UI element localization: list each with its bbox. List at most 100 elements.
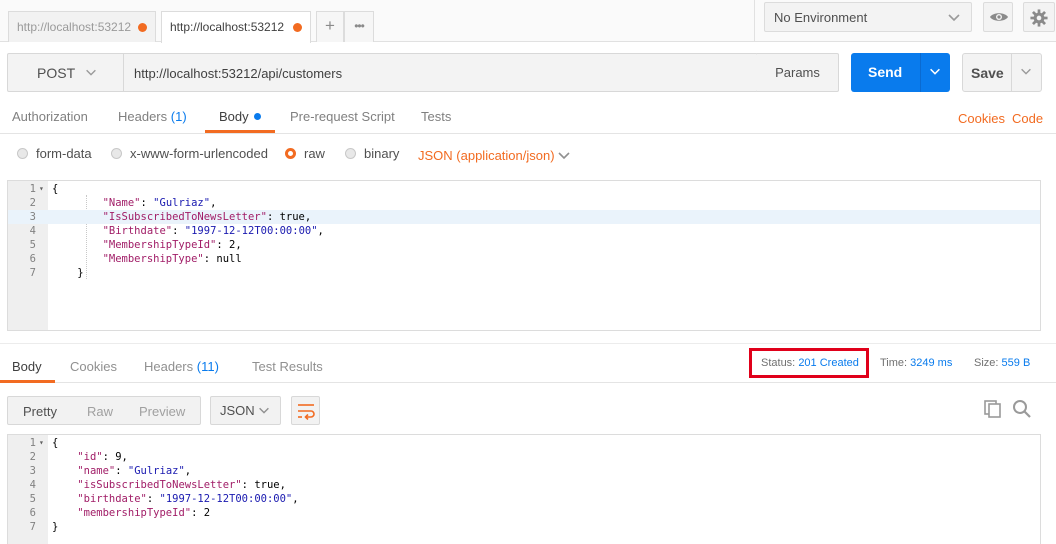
radio-label: form-data	[36, 146, 92, 161]
code-text: "MembershipTypeId": 2,	[52, 238, 242, 252]
chevron-down-icon	[948, 14, 960, 22]
code-text: "MembershipType": null	[52, 252, 242, 266]
request-tab[interactable]: http://localhost:53212	[8, 11, 156, 42]
request-body-editor[interactable]: 1 ▾{2 "Name": "Gulriaz", 3 "IsSubscribedTo…	[7, 180, 1041, 331]
fold-toggle-icon[interactable]: ▾	[39, 436, 44, 450]
view-preview-button[interactable]: Preview	[139, 404, 185, 419]
save-button[interactable]: Save	[962, 53, 1042, 92]
radio-raw[interactable]: raw	[285, 146, 325, 161]
code-token: {	[52, 437, 59, 449]
code-text: }	[52, 520, 58, 534]
environment-select[interactable]: No Environment	[764, 2, 972, 32]
line-number: 2	[29, 197, 36, 209]
line-number: 4	[29, 479, 36, 491]
code-token: "birthdate"	[77, 493, 147, 505]
response-format-select[interactable]: JSON	[210, 396, 281, 425]
tab-body[interactable]: Body	[219, 109, 261, 124]
line-number: 7	[29, 267, 36, 279]
code-token: : true,	[266, 211, 312, 223]
new-tab-button[interactable]: +	[316, 11, 344, 42]
response-time: Time: 3249 ms	[880, 357, 952, 369]
wrap-lines-button[interactable]	[291, 396, 320, 425]
chevron-down-icon[interactable]	[928, 64, 942, 78]
code-line: 1 ▾ {	[8, 182, 1040, 196]
headers-count: (11)	[196, 359, 219, 374]
params-button[interactable]: Params	[757, 53, 839, 92]
view-raw-button[interactable]: Raw	[87, 404, 113, 419]
quick-look-button[interactable]	[983, 2, 1013, 32]
radio-label: raw	[304, 146, 325, 161]
code-token: "1997-12-12T00:00:00"	[184, 225, 318, 237]
line-number: 6	[29, 507, 36, 519]
code-line: 5 "birthdate": "1997-12-12T00:00:00",	[8, 492, 1040, 506]
line-number: 3	[29, 465, 36, 477]
request-url-bar: POST http://localhost:53212/api/customer…	[7, 53, 758, 92]
content-type-select[interactable]: JSON (application/json)	[418, 148, 570, 163]
tab-authorization[interactable]: Authorization	[12, 109, 88, 124]
tab-response-headers[interactable]: Headers (11)	[144, 359, 219, 374]
radio-label: x-www-form-urlencoded	[130, 146, 268, 161]
code-token: : null	[203, 253, 242, 265]
tab-headers[interactable]: Headers (1)	[118, 109, 187, 124]
code-text: "membershipTypeId": 2	[52, 506, 210, 520]
tab-pre-request-script[interactable]: Pre-request Script	[290, 109, 395, 124]
code-token: :	[140, 197, 154, 209]
chevron-down-icon[interactable]	[1019, 64, 1033, 78]
tab-response-cookies[interactable]: Cookies	[70, 359, 117, 374]
search-icon[interactable]	[1012, 399, 1032, 419]
code-token: : 9,	[102, 451, 128, 463]
tab-test-results[interactable]: Test Results	[252, 359, 323, 374]
copy-icon[interactable]	[983, 399, 1003, 419]
method-select[interactable]: POST	[8, 54, 124, 91]
send-button[interactable]: Send	[851, 53, 950, 92]
save-label: Save	[971, 65, 1004, 81]
code-token: "Name"	[102, 197, 141, 209]
request-tab-active[interactable]: http://localhost:53212	[161, 11, 311, 43]
radio-selected-icon	[285, 148, 296, 159]
code-token: {	[52, 183, 59, 195]
line-number: 4	[29, 225, 36, 237]
time-value: 3249 ms	[910, 357, 953, 369]
divider	[754, 0, 755, 42]
radio-binary[interactable]: binary	[345, 146, 399, 161]
code-token: ,	[317, 225, 324, 237]
code-token: "isSubscribedToNewsLetter"	[77, 479, 242, 491]
format-label: JSON	[220, 403, 255, 418]
code-token: ,	[184, 465, 192, 477]
url-input[interactable]: http://localhost:53212/api/customers	[134, 66, 342, 81]
request-tabs: Authorization Headers (1) Body Pre-reque…	[0, 100, 1056, 134]
radio-urlencoded[interactable]: x-www-form-urlencoded	[111, 146, 268, 161]
code-line: 7 }	[8, 266, 1040, 280]
tab-response-body[interactable]: Body	[12, 359, 42, 374]
fold-toggle-icon[interactable]: ▾	[39, 182, 44, 196]
view-pretty-button[interactable]: Pretty	[23, 404, 57, 419]
line-number: 1	[29, 437, 36, 449]
response-body-viewer[interactable]: 1 ▾{2 "id": 9, 3 "name": "Gulriaz", 4 "isSu…	[7, 434, 1041, 544]
settings-button[interactable]	[1023, 2, 1055, 32]
code-line: 6 "MembershipType": null	[8, 252, 1040, 266]
code-line: 5 "MembershipTypeId": 2,	[8, 238, 1040, 252]
code-token: "Gulriaz"	[153, 197, 211, 209]
environment-label: No Environment	[774, 10, 868, 25]
chevron-down-icon	[558, 152, 570, 160]
active-tab-indicator	[0, 380, 55, 383]
code-link[interactable]: Code	[1012, 111, 1043, 126]
line-number: 5	[29, 239, 36, 251]
cookies-link[interactable]: Cookies	[958, 111, 1005, 126]
radio-form-data[interactable]: form-data	[17, 146, 92, 161]
chevron-down-icon	[86, 69, 96, 76]
code-token: :	[146, 493, 160, 505]
tab-bar: http://localhost:53212 http://localhost:…	[0, 0, 1056, 43]
tab-tests[interactable]: Tests	[421, 109, 451, 124]
eye-icon	[990, 13, 1008, 21]
code-token: : 2	[191, 507, 211, 519]
code-token: : 2,	[216, 239, 242, 251]
tab-options-button[interactable]: •••	[344, 11, 374, 42]
